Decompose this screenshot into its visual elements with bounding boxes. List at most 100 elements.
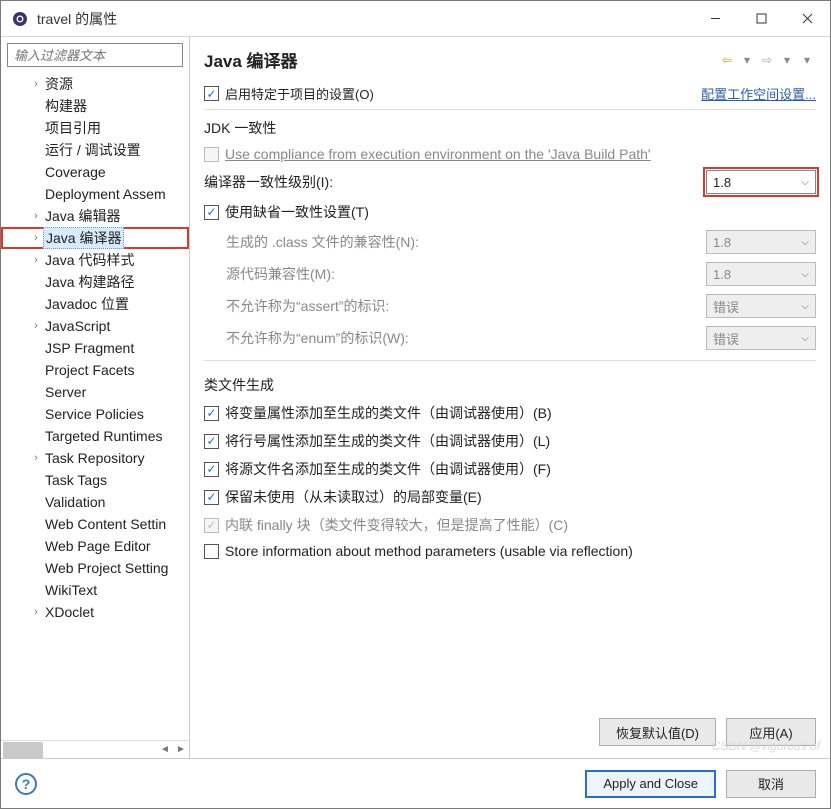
sidebar-item[interactable]: 运行 / 调试设置 — [1, 139, 189, 161]
sidebar-item[interactable]: ›Java 编译器 — [1, 227, 189, 249]
sidebar-item[interactable]: WikiText — [1, 579, 189, 601]
chevron-right-icon: › — [29, 232, 43, 244]
sidebar-item[interactable]: ›Java 代码样式 — [1, 249, 189, 271]
sidebar-item[interactable]: Project Facets — [1, 359, 189, 381]
sidebar-item-label: XDoclet — [43, 604, 96, 620]
sidebar-item[interactable]: JSP Fragment — [1, 337, 189, 359]
sidebar-item[interactable]: Service Policies — [1, 403, 189, 425]
sidebar: ›资源构建器项目引用运行 / 调试设置 Coverage Deployment As… — [1, 37, 190, 758]
enum-select: 错误⌵ — [706, 326, 816, 350]
sidebar-item[interactable]: Server — [1, 381, 189, 403]
add-source-file-checkbox[interactable]: ✓ — [204, 462, 219, 477]
sidebar-item-label: Task Tags — [43, 472, 109, 488]
sidebar-item-label: Targeted Runtimes — [43, 428, 165, 444]
chevron-right-icon: › — [29, 606, 43, 618]
enable-project-specific-checkbox[interactable]: ✓ — [204, 86, 219, 101]
filter-input[interactable] — [7, 43, 183, 67]
sidebar-item[interactable]: Task Tags — [1, 469, 189, 491]
sidebar-item[interactable]: 构建器 — [1, 95, 189, 117]
sidebar-item-label: JSP Fragment — [43, 340, 136, 356]
sidebar-item[interactable]: Web Content Settin — [1, 513, 189, 535]
sidebar-item[interactable]: Java 构建路径 — [1, 271, 189, 293]
add-var-attrs-checkbox[interactable]: ✓ — [204, 406, 219, 421]
nav-back-menu-icon[interactable]: ▾ — [738, 51, 756, 69]
sidebar-item-label: 项目引用 — [43, 118, 103, 138]
use-compliance-env-label: Use compliance from execution environmen… — [225, 146, 816, 162]
sidebar-item-label: Java 代码样式 — [43, 250, 136, 270]
assert-label: 不允许称为“assert”的标识: — [226, 296, 706, 316]
assert-select: 错误⌵ — [706, 294, 816, 318]
sidebar-item[interactable]: 项目引用 — [1, 117, 189, 139]
sidebar-item-label: 运行 / 调试设置 — [43, 140, 143, 160]
sidebar-item-label: Coverage — [43, 164, 108, 180]
page-title: Java 编译器 — [204, 47, 718, 72]
apply-and-close-button[interactable]: Apply and Close — [585, 770, 716, 798]
sidebar-item-label: Web Content Settin — [43, 516, 168, 532]
sidebar-item[interactable]: Coverage — [1, 161, 189, 183]
java-build-path-link[interactable]: 'Java Build Path' — [548, 146, 651, 162]
compiler-level-select[interactable]: 1.8⌵ — [706, 170, 816, 194]
chevron-right-icon: › — [29, 452, 43, 464]
use-compliance-env-checkbox: ✓ — [204, 147, 219, 162]
enum-label: 不允许称为“enum”的标识(W): — [226, 328, 706, 348]
nav-fwd-icon[interactable]: ⇨ — [758, 51, 776, 69]
restore-defaults-button[interactable]: 恢复默认值(D) — [599, 718, 716, 746]
class-compat-select: 1.8⌵ — [706, 230, 816, 254]
chevron-right-icon: › — [29, 210, 43, 222]
use-default-compliance-label: 使用缺省一致性设置(T) — [225, 202, 816, 222]
class-compat-label: 生成的 .class 文件的兼容性(N): — [226, 232, 706, 252]
preserve-unused-label: 保留未使用（从未读取过）的局部变量(E) — [225, 487, 816, 507]
sidebar-item[interactable]: ›XDoclet — [1, 601, 189, 623]
add-source-file-label: 将源文件名添加至生成的类文件（由调试器使用）(F) — [225, 459, 816, 479]
enable-project-specific-label: 启用特定于项目的设置(O) — [225, 84, 701, 103]
sidebar-item-label: Service Policies — [43, 406, 146, 422]
sidebar-item[interactable]: ›Java 编辑器 — [1, 205, 189, 227]
sidebar-item-label: Task Repository — [43, 450, 147, 466]
sidebar-item[interactable]: ›JavaScript — [1, 315, 189, 337]
sidebar-item[interactable]: ›Task Repository — [1, 447, 189, 469]
classfile-group-label: 类文件生成 — [204, 367, 816, 399]
sidebar-item[interactable]: Web Project Setting — [1, 557, 189, 579]
add-line-attrs-checkbox[interactable]: ✓ — [204, 434, 219, 449]
sidebar-item-label: Validation — [43, 494, 107, 510]
use-default-compliance-checkbox[interactable]: ✓ — [204, 205, 219, 220]
help-icon[interactable]: ? — [15, 773, 37, 795]
cancel-button[interactable]: 取消 — [726, 770, 816, 798]
sidebar-item-label: 构建器 — [43, 96, 89, 116]
configure-workspace-link[interactable]: 配置工作空间设置... — [701, 84, 816, 103]
view-menu-icon[interactable]: ▾ — [798, 51, 816, 69]
source-compat-select: 1.8⌵ — [706, 262, 816, 286]
sidebar-item-label: Web Project Setting — [43, 560, 170, 576]
sidebar-item[interactable]: Targeted Runtimes — [1, 425, 189, 447]
sidebar-item-label: Java 编辑器 — [43, 206, 122, 226]
sidebar-item-label: JavaScript — [43, 318, 112, 334]
sidebar-item-label: Web Page Editor — [43, 538, 153, 554]
chevron-right-icon: › — [29, 254, 43, 266]
compiler-level-label: 编译器一致性级别(I): — [204, 172, 706, 192]
preserve-unused-checkbox[interactable]: ✓ — [204, 490, 219, 505]
nav-fwd-menu-icon[interactable]: ▾ — [778, 51, 796, 69]
nav-back-icon[interactable]: ⇦ — [718, 51, 736, 69]
maximize-button[interactable] — [738, 1, 784, 37]
minimize-button[interactable] — [692, 1, 738, 37]
sidebar-item[interactable]: Javadoc 位置 — [1, 293, 189, 315]
tree: ›资源构建器项目引用运行 / 调试设置 Coverage Deployment As… — [1, 71, 189, 740]
store-method-params-checkbox[interactable]: ✓ — [204, 544, 219, 559]
apply-button[interactable]: 应用(A) — [726, 718, 816, 746]
window-title: travel 的属性 — [37, 9, 692, 29]
sidebar-item-label: Javadoc 位置 — [43, 294, 131, 314]
add-var-attrs-label: 将变量属性添加至生成的类文件（由调试器使用）(B) — [225, 403, 816, 423]
source-compat-label: 源代码兼容性(M): — [226, 264, 706, 284]
sidebar-item[interactable]: Web Page Editor — [1, 535, 189, 557]
inline-finally-label: 内联 finally 块（类文件变得较大，但是提高了性能）(C) — [225, 515, 816, 535]
sidebar-item[interactable]: Validation — [1, 491, 189, 513]
inline-finally-checkbox: ✓ — [204, 518, 219, 533]
sidebar-item-label: Java 编译器 — [43, 227, 124, 249]
close-button[interactable] — [784, 1, 830, 37]
sidebar-horizontal-scrollbar[interactable]: ◄► — [1, 740, 189, 758]
sidebar-item[interactable]: ›资源 — [1, 73, 189, 95]
add-line-attrs-label: 将行号属性添加至生成的类文件（由调试器使用）(L) — [225, 431, 816, 451]
sidebar-item-label: Server — [43, 384, 88, 400]
sidebar-item[interactable]: Deployment Assem — [1, 183, 189, 205]
app-icon — [11, 10, 29, 28]
